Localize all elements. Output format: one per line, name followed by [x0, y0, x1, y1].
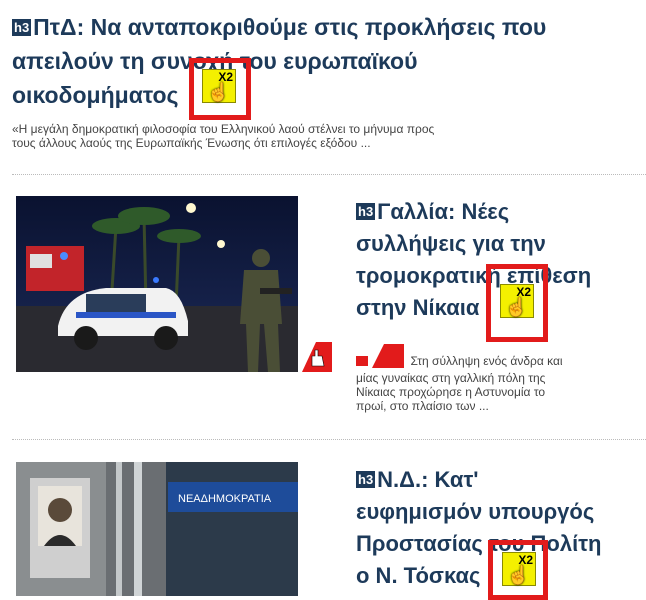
- article-3-image[interactable]: ΝΕΑΔΗΜΟΚΡΑΤΙΑ: [16, 462, 298, 596]
- separator: [12, 174, 646, 175]
- article-2-image[interactable]: [16, 196, 298, 372]
- video-icon[interactable]: [356, 356, 368, 366]
- video-play-icon[interactable]: [300, 340, 334, 374]
- article-1-excerpt: «Η μεγάλη δημοκρατική φιλοσοφία του Ελλη…: [12, 122, 435, 150]
- highlight-box: [488, 540, 548, 600]
- highlight-box: [189, 58, 251, 120]
- nd-sign-text: ΝΕΑΔΗΜΟΚΡΑΤΙΑ: [178, 493, 272, 505]
- h3-tag: h3: [356, 471, 376, 488]
- article-2-excerpt: Στη σύλληψη ενός άνδρα και: [410, 354, 563, 368]
- highlight-box: [486, 264, 548, 342]
- h3-tag: h3: [356, 203, 376, 220]
- separator: [12, 439, 646, 440]
- article-2-excerpt-block: Στη σύλληψη ενός άνδρα και μίας γυναίκας…: [356, 344, 646, 413]
- play-badge-icon[interactable]: [370, 344, 406, 368]
- article-1: h3 ΠτΔ: Να ανταποκριθούμε στις προκλήσεις…: [12, 10, 642, 150]
- h3-tag: h3: [12, 19, 32, 36]
- article-1-title[interactable]: h3 ΠτΔ: Να ανταποκριθούμε στις προκλήσεις…: [12, 10, 642, 112]
